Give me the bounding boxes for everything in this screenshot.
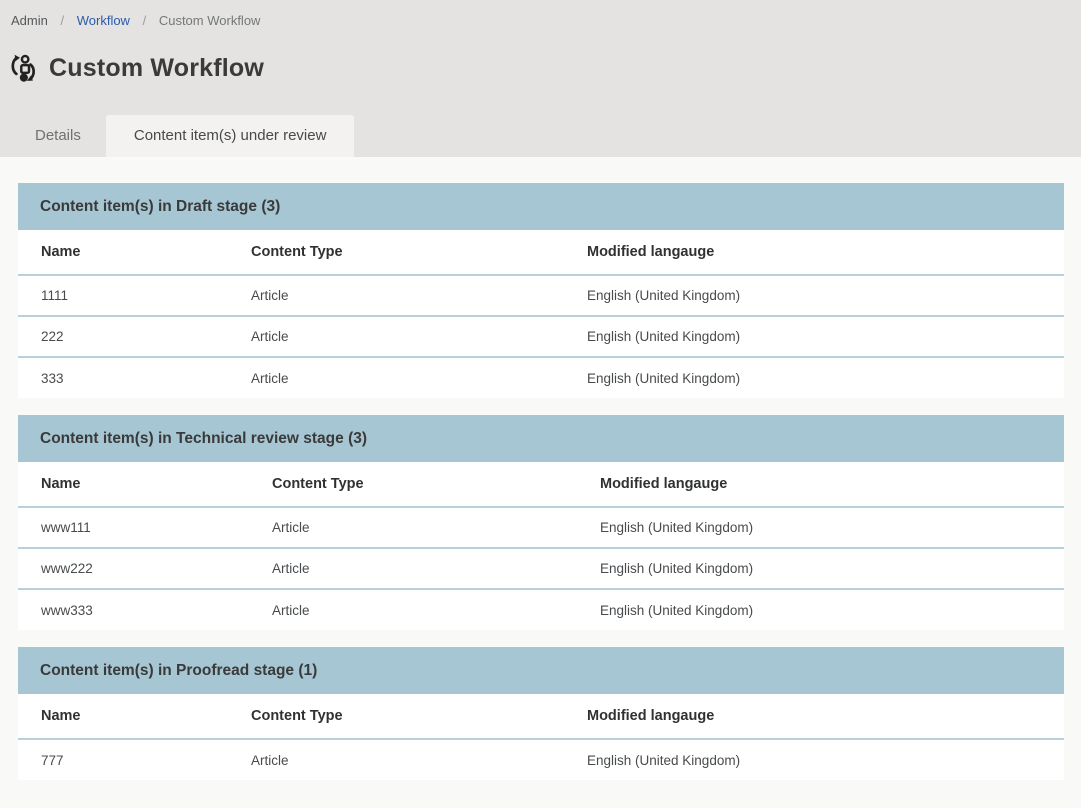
breadcrumb-item-current: Custom Workflow <box>159 13 261 28</box>
cell-modified-language: English (United Kingdom) <box>587 316 1064 357</box>
stage-title: Content item(s) in Proofread stage (1) <box>40 662 317 679</box>
cell-modified-language: English (United Kingdom) <box>600 589 1064 630</box>
stage-table: Name Content Type Modified langauge www1… <box>18 462 1064 630</box>
content-area: Content item(s) in Draft stage (3) Name … <box>0 157 1081 808</box>
page-title: Custom Workflow <box>49 54 264 83</box>
column-header-name: Name <box>18 462 272 507</box>
table-header-row: Name Content Type Modified langauge <box>18 694 1064 739</box>
page-header: Admin / Workflow / Custom Workflow Custo… <box>0 0 1081 157</box>
column-header-content-type: Content Type <box>251 230 587 275</box>
tab-content-items-under-review[interactable]: Content item(s) under review <box>106 115 355 157</box>
cell-modified-language: English (United Kingdom) <box>600 548 1064 589</box>
stage-table: Name Content Type Modified langauge 1111… <box>18 230 1064 398</box>
table-row: 333 Article English (United Kingdom) <box>18 357 1064 398</box>
column-header-modified-language: Modified langauge <box>587 694 1064 739</box>
cell-name: 222 <box>18 316 251 357</box>
cell-name: www333 <box>18 589 272 630</box>
stage-table: Name Content Type Modified langauge 777 … <box>18 694 1064 780</box>
table-row: www111 Article English (United Kingdom) <box>18 507 1064 548</box>
workflow-icon <box>8 53 38 83</box>
column-header-content-type: Content Type <box>251 694 587 739</box>
table-header-row: Name Content Type Modified langauge <box>18 462 1064 507</box>
cell-content-type: Article <box>272 548 600 589</box>
cell-content-type: Article <box>251 316 587 357</box>
cell-content-type: Article <box>251 739 587 780</box>
breadcrumb-separator: / <box>60 13 64 28</box>
cell-content-type: Article <box>251 357 587 398</box>
cell-content-type: Article <box>251 275 587 316</box>
stage-title: Content item(s) in Draft stage (3) <box>40 198 280 215</box>
cell-name: www111 <box>18 507 272 548</box>
cell-content-type: Article <box>272 589 600 630</box>
cell-modified-language: English (United Kingdom) <box>587 357 1064 398</box>
breadcrumb-item-admin[interactable]: Admin <box>11 13 48 28</box>
cell-name: www222 <box>18 548 272 589</box>
table-header-row: Name Content Type Modified langauge <box>18 230 1064 275</box>
cell-name: 1111 <box>18 275 251 316</box>
stage-title: Content item(s) in Technical review stag… <box>40 430 367 447</box>
stage-band: Content item(s) in Draft stage (3) <box>18 183 1064 230</box>
stage-band: Content item(s) in Technical review stag… <box>18 415 1064 462</box>
column-header-content-type: Content Type <box>272 462 600 507</box>
stage-section-draft: Content item(s) in Draft stage (3) Name … <box>18 183 1064 398</box>
page-title-row: Custom Workflow <box>8 53 1081 83</box>
breadcrumb: Admin / Workflow / Custom Workflow <box>0 0 1081 28</box>
tab-details[interactable]: Details <box>10 115 106 157</box>
cell-modified-language: English (United Kingdom) <box>600 507 1064 548</box>
stage-band: Content item(s) in Proofread stage (1) <box>18 647 1064 694</box>
table-row: 222 Article English (United Kingdom) <box>18 316 1064 357</box>
cell-modified-language: English (United Kingdom) <box>587 739 1064 780</box>
stage-section-proofread: Content item(s) in Proofread stage (1) N… <box>18 647 1064 780</box>
cell-name: 777 <box>18 739 251 780</box>
cell-content-type: Article <box>272 507 600 548</box>
cell-modified-language: English (United Kingdom) <box>587 275 1064 316</box>
breadcrumb-item-workflow[interactable]: Workflow <box>77 13 130 28</box>
tab-bar: Details Content item(s) under review <box>10 115 354 157</box>
column-header-modified-language: Modified langauge <box>600 462 1064 507</box>
table-row: www222 Article English (United Kingdom) <box>18 548 1064 589</box>
column-header-name: Name <box>18 230 251 275</box>
stage-section-technical-review: Content item(s) in Technical review stag… <box>18 415 1064 630</box>
table-row: 777 Article English (United Kingdom) <box>18 739 1064 780</box>
table-row: www333 Article English (United Kingdom) <box>18 589 1064 630</box>
column-header-modified-language: Modified langauge <box>587 230 1064 275</box>
cell-name: 333 <box>18 357 251 398</box>
column-header-name: Name <box>18 694 251 739</box>
table-row: 1111 Article English (United Kingdom) <box>18 275 1064 316</box>
breadcrumb-separator: / <box>143 13 147 28</box>
